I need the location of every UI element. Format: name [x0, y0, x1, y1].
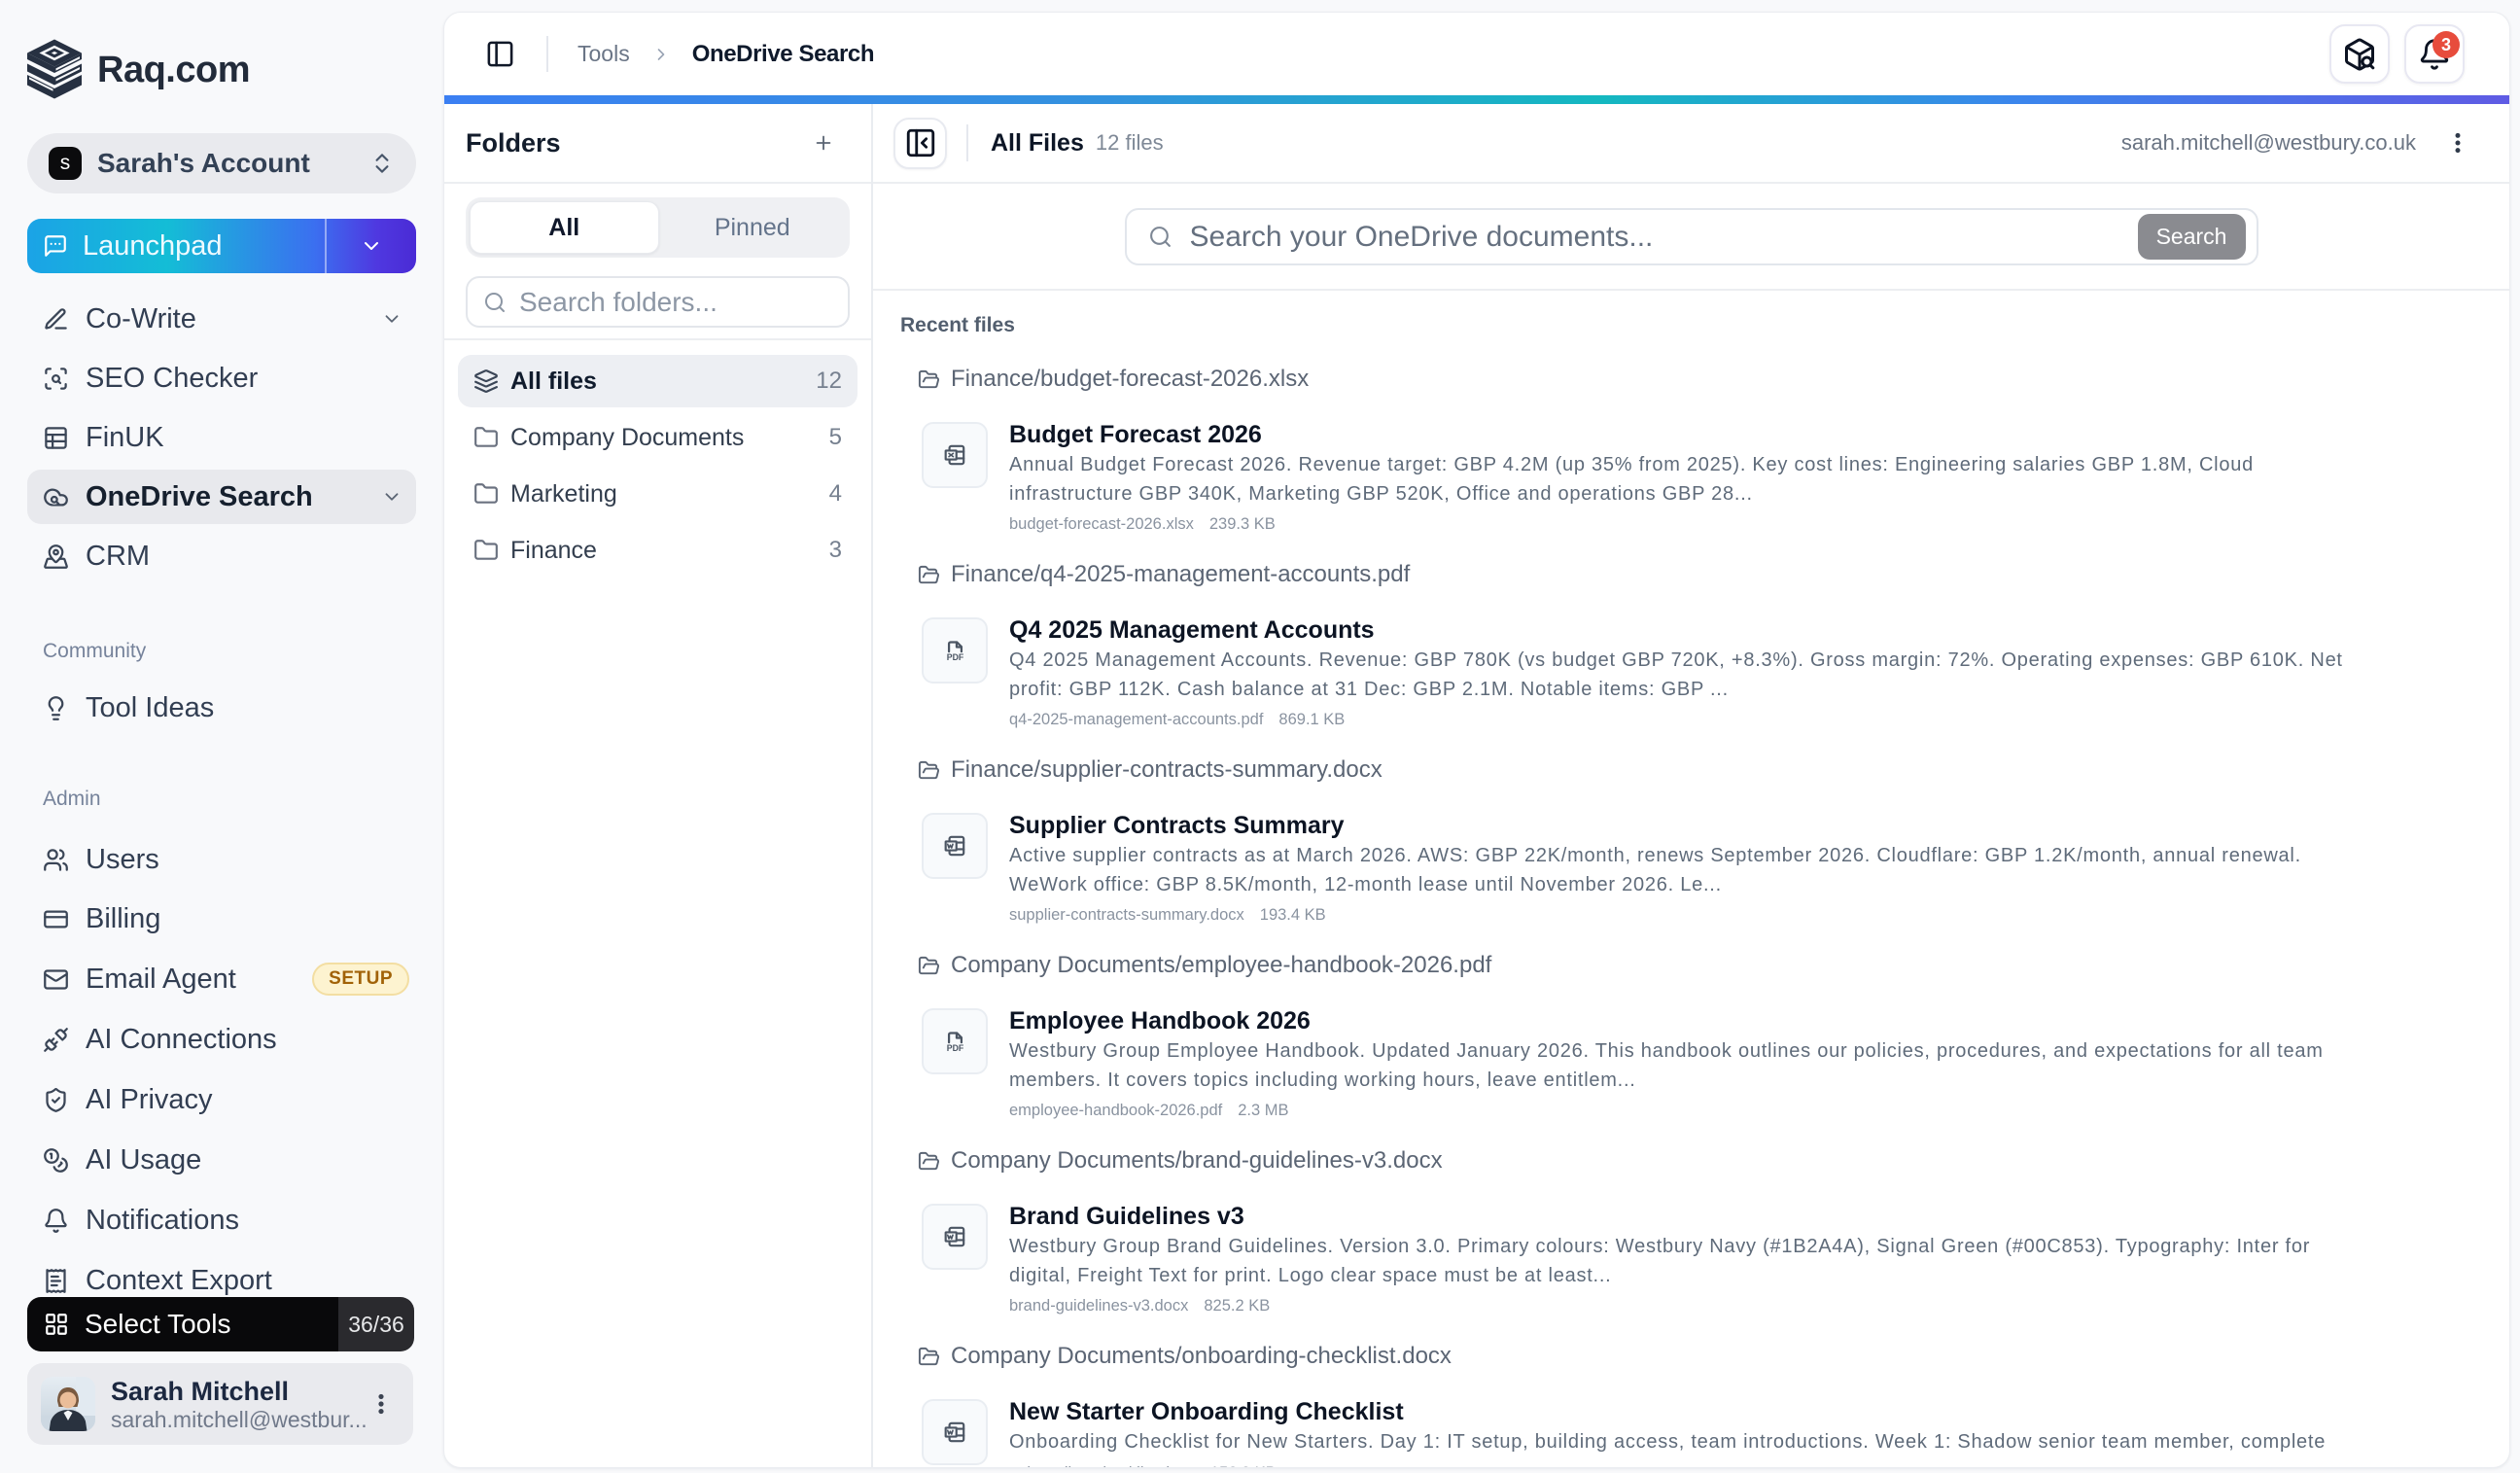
svg-text:PDF: PDF	[946, 1043, 963, 1053]
svg-text:PDF: PDF	[946, 652, 963, 662]
